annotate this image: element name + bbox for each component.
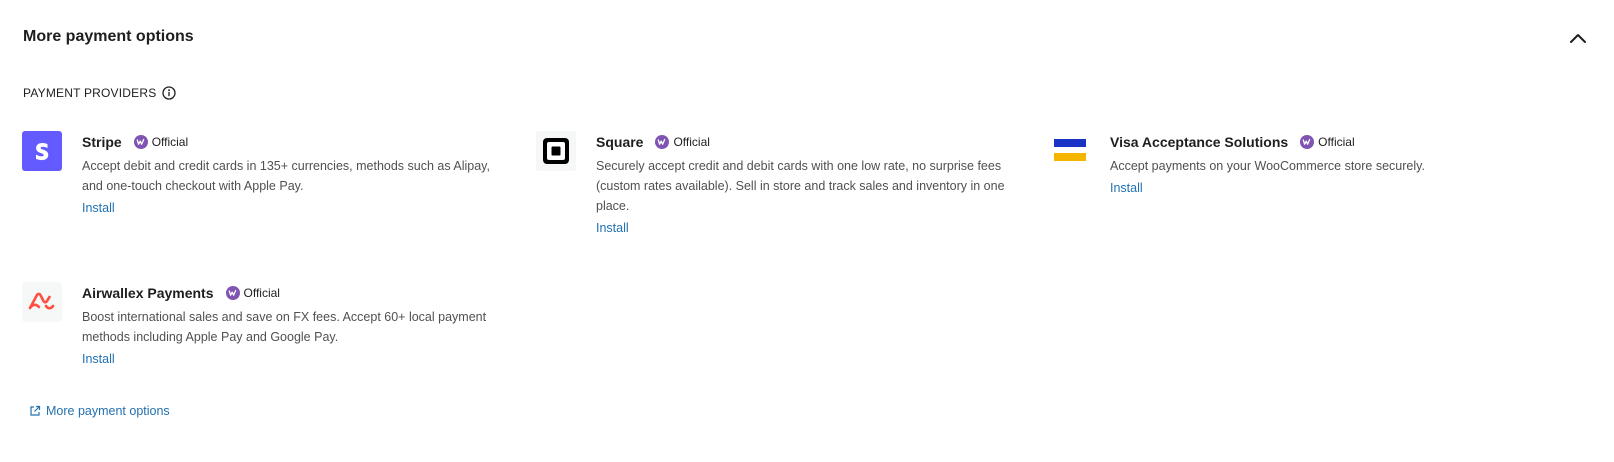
provider-description: Accept payments on your WooCommerce stor… [1110,159,1425,173]
official-badge: Official [225,286,280,300]
install-visa-acceptance-button[interactable]: Install [1110,181,1143,195]
official-badge: Official [133,135,189,149]
info-icon[interactable] [162,86,177,100]
woo-badge-icon [133,135,148,149]
provider-name: Visa Acceptance Solutions [1110,134,1289,150]
more-payment-options-label: More payment options [46,404,170,418]
square-logo [536,131,576,171]
chevron-up-icon [1570,34,1586,43]
badge-label: Official [1318,135,1355,149]
provider-description: Boost international sales and save on FX… [82,310,487,344]
visa-acceptance-logo [1050,131,1090,171]
provider-name: Airwallex Payments [82,285,214,301]
section-title: More payment options [23,28,194,45]
provider-name: Square [596,134,644,150]
woo-badge-icon [225,286,240,300]
external-link-icon [30,405,41,416]
official-badge: Official [1300,135,1355,149]
install-stripe-button[interactable]: Install [82,201,115,215]
provider-description: Securely accept credit and debit cards w… [596,159,1005,213]
woo-badge-icon [1300,135,1315,149]
collapse-button[interactable] [1566,26,1590,50]
badge-label: Official [673,135,710,149]
badge-label: Official [151,135,189,149]
more-payment-options-panel: More payment options PAYMENT PROVIDERS S… [0,0,1614,462]
badge-label: Official [243,286,280,300]
woo-badge-icon [655,135,670,149]
provider-name: Stripe [82,134,122,150]
more-payment-options-link[interactable]: More payment options [29,404,170,418]
install-square-button[interactable]: Install [596,221,629,235]
provider-description: Accept debit and credit cards in 135+ cu… [82,159,490,193]
airwallex-logo [22,282,62,322]
install-airwallex-button[interactable]: Install [82,352,115,366]
official-badge: Official [655,135,710,149]
stripe-logo [22,131,62,171]
payment-providers-heading: PAYMENT PROVIDERS [23,86,177,100]
payment-providers-label: PAYMENT PROVIDERS [23,86,157,100]
